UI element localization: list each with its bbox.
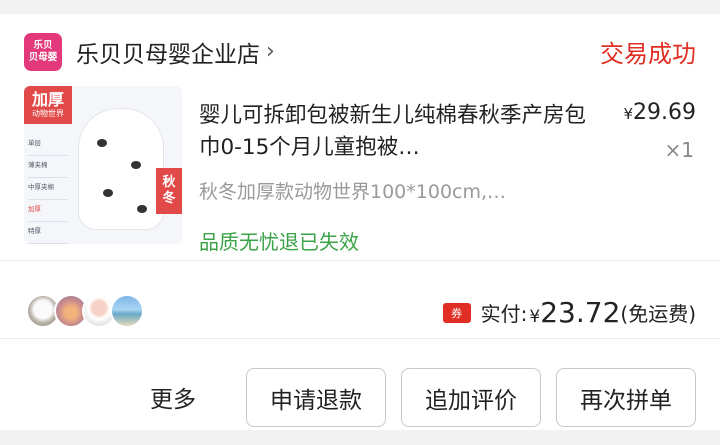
price-symbol: ¥	[623, 105, 634, 123]
more-button[interactable]: 更多	[150, 380, 196, 414]
product-price: ¥29.69	[623, 100, 696, 125]
group-avatars[interactable]	[26, 294, 144, 330]
product-image-tag: 加厚 动物世界	[24, 86, 72, 124]
shipping-note: (免运费)	[620, 302, 696, 326]
product-spec: 秋冬加厚款动物世界100*100cm,…	[199, 181, 507, 203]
paid-label: 实付:	[480, 302, 528, 326]
product-image-list: 单层 薄夹棉 中厚夹棉 加厚 特厚	[28, 134, 68, 244]
order-card: 乐贝 贝母婴 乐贝贝母婴企业店 › 交易成功 加厚 动物世界 单层 薄夹棉 中厚…	[0, 14, 720, 430]
pattern-dot	[97, 139, 107, 147]
payment-summary: 券 实付: ¥23.72 (免运费)	[442, 296, 696, 329]
add-review-button[interactable]: 追加评价	[401, 368, 541, 427]
shop-logo-line1: 乐贝	[33, 40, 53, 51]
paid-amount: ¥23.72	[529, 296, 620, 329]
pattern-dot	[103, 189, 113, 197]
season-line1: 秋	[162, 175, 176, 190]
shop-header[interactable]: 乐贝 贝母婴 乐贝贝母婴企业店 › 交易成功	[24, 28, 696, 76]
shop-logo-line2: 贝母婴	[28, 52, 58, 63]
shop-name[interactable]: 乐贝贝母婴企业店	[76, 35, 260, 69]
product-quantity: ×1	[664, 138, 694, 162]
product-image-list-item: 加厚	[28, 200, 68, 222]
chevron-right-icon[interactable]: ›	[266, 41, 275, 63]
product-image-tag-big: 加厚	[31, 90, 64, 109]
season-line2: 冬	[162, 191, 176, 206]
order-status: 交易成功	[600, 40, 696, 68]
product-title[interactable]: 婴儿可拆卸包被新生儿纯棉春秋季产房包巾0-15个月儿童抱被…	[199, 100, 589, 164]
product-image-list-item: 薄夹棉	[28, 156, 68, 178]
product-image-list-item: 特厚	[28, 222, 68, 244]
paid-value: 23.72	[540, 296, 621, 329]
guarantee-status: 品质无忧退已失效	[199, 230, 359, 254]
blanket-illustration	[78, 108, 164, 230]
shop-logo: 乐贝 贝母婴	[24, 33, 62, 71]
product-image-tag-small: 动物世界	[32, 109, 64, 118]
refund-button[interactable]: 申请退款	[246, 368, 386, 427]
pattern-dot	[131, 161, 141, 169]
product-image-list-item: 中厚夹棉	[28, 178, 68, 200]
coupon-icon: 券	[442, 302, 471, 323]
product-image-list-item: 单层	[28, 134, 68, 156]
avatar	[110, 294, 144, 328]
regroup-button[interactable]: 再次拼单	[556, 368, 696, 427]
pattern-dot	[137, 205, 147, 213]
divider	[0, 260, 720, 261]
product-image-season-tag: 秋 冬	[156, 168, 182, 214]
product-image[interactable]: 加厚 动物世界 单层 薄夹棉 中厚夹棉 加厚 特厚 秋 冬	[24, 86, 182, 244]
price-value: 29.69	[633, 100, 696, 125]
divider	[0, 338, 720, 339]
paid-symbol: ¥	[529, 307, 541, 327]
